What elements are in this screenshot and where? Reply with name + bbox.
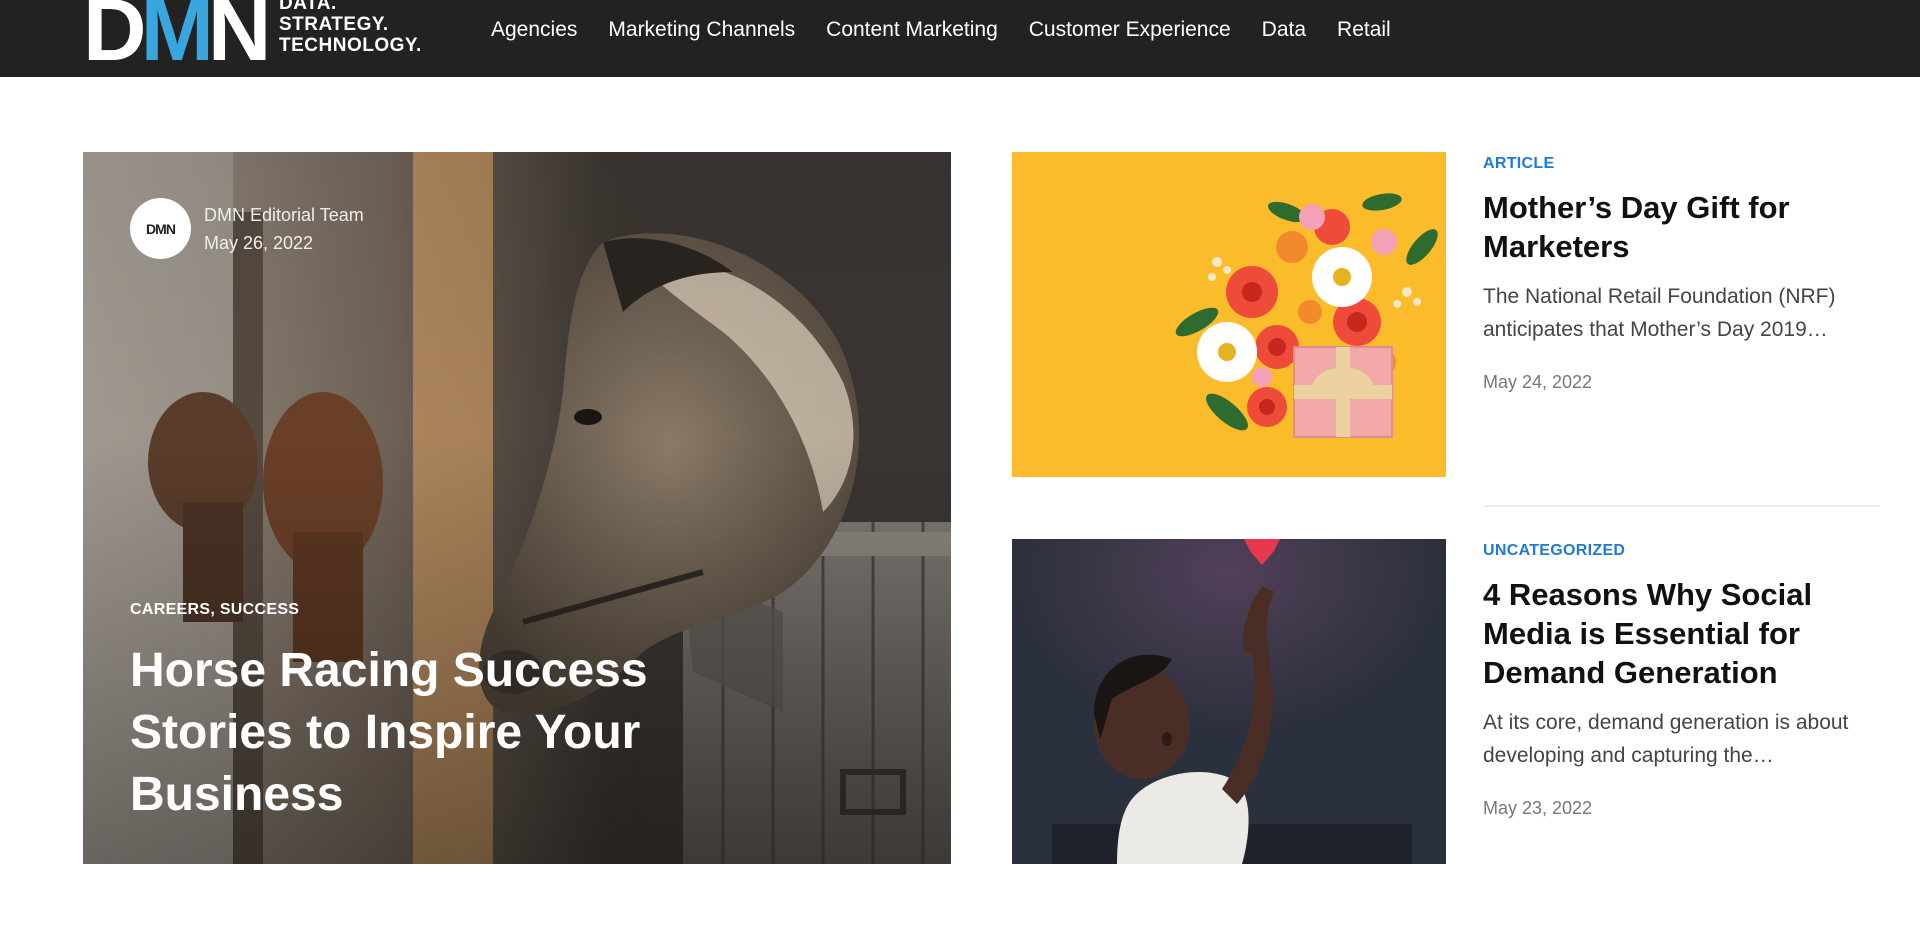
nav-item-customer-experience[interactable]: Customer Experience (1029, 16, 1231, 44)
nav-item-retail[interactable]: Retail (1337, 16, 1391, 44)
post-date: May 24, 2022 (1483, 372, 1593, 392)
featured-article-card[interactable]: DMN DMN Editorial Team May 26, 2022 CARE… (83, 152, 951, 864)
top-navigation-bar: DMN DATA. STRATEGY. TECHNOLOGY. Agencies… (0, 0, 1920, 77)
flowers-gift-image (1012, 152, 1446, 477)
post-date: May 23, 2022 (1483, 798, 1593, 818)
author-name[interactable]: DMN Editorial Team (204, 201, 364, 229)
main-nav: Agencies Marketing Channels Content Mark… (491, 16, 1422, 44)
dmn-logo[interactable]: DMN DATA. STRATEGY. TECHNOLOGY. (83, 0, 433, 74)
divider (1483, 505, 1880, 507)
post-thumbnail[interactable] (1012, 539, 1446, 864)
logo-letters: DMN (83, 0, 271, 79)
post-title[interactable]: Mother’s Day Gift for Marketers (1483, 188, 1883, 266)
nav-item-data[interactable]: Data (1262, 16, 1306, 44)
post-category[interactable]: UNCATEGORIZED (1483, 542, 1625, 560)
post-thumbnail[interactable] (1012, 152, 1446, 477)
featured-article-title[interactable]: Horse Racing Success Stories to Inspire … (130, 640, 730, 826)
author-avatar[interactable]: DMN (130, 198, 191, 259)
social-media-person-image (1012, 539, 1446, 864)
post-category[interactable]: ARTICLE (1483, 155, 1554, 173)
author-block: DMN DMN Editorial Team May 26, 2022 (130, 198, 364, 259)
post-excerpt: At its core, demand generation is about … (1483, 711, 1849, 767)
logo-tagline: DATA. STRATEGY. TECHNOLOGY. (279, 0, 422, 56)
nav-item-marketing-channels[interactable]: Marketing Channels (608, 16, 795, 44)
category-links[interactable]: CAREERS, SUCCESS (130, 601, 299, 619)
nav-item-agencies[interactable]: Agencies (491, 16, 577, 44)
post-excerpt: The National Retail Foundation (NRF) ant… (1483, 285, 1836, 341)
nav-item-content-marketing[interactable]: Content Marketing (826, 16, 998, 44)
post-date: May 26, 2022 (204, 232, 314, 253)
post-title[interactable]: 4 Reasons Why Social Media is Essential … (1483, 575, 1883, 692)
